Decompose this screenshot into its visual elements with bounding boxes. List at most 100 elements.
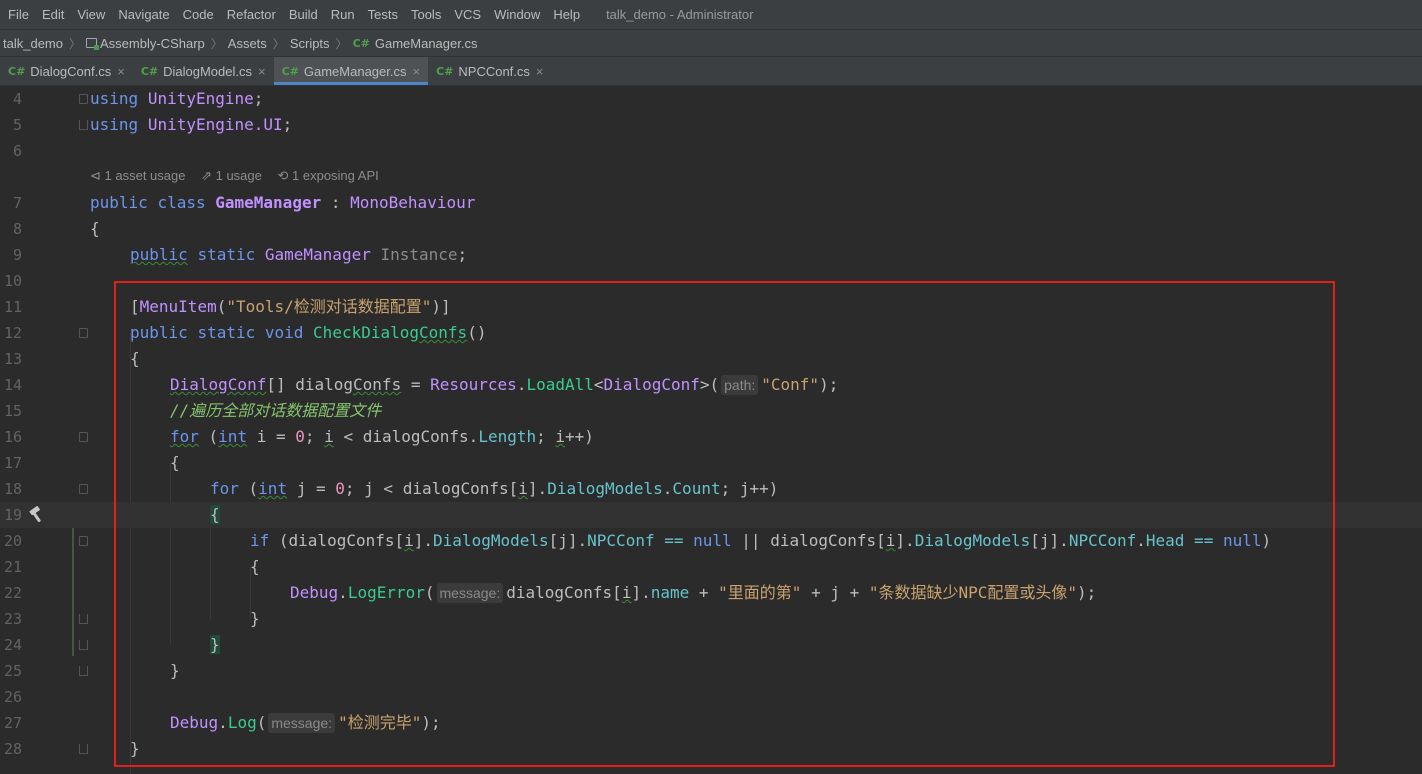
line-number: 18 bbox=[3, 480, 22, 498]
tab-npcconf[interactable]: C# NPCConf.cs × bbox=[428, 57, 551, 85]
line-number: 14 bbox=[3, 376, 22, 394]
code-line: 28 } bbox=[0, 736, 1422, 762]
fold-end-icon[interactable] bbox=[79, 744, 88, 754]
fold-icon[interactable] bbox=[79, 328, 88, 338]
menu-vcs[interactable]: VCS bbox=[447, 7, 487, 22]
code-line: 16 for (int i = 0; i < dialogConfs.Lengt… bbox=[0, 424, 1422, 450]
line-number: 16 bbox=[3, 428, 22, 446]
menu-run[interactable]: Run bbox=[324, 7, 361, 22]
csharp-file-icon: C# bbox=[140, 64, 159, 78]
exposing-api-hint[interactable]: ⟲ 1 exposing API bbox=[278, 168, 379, 183]
chevron-right-icon: 〉 bbox=[68, 36, 81, 51]
code-text: DialogConf[] dialogConfs = Resources.Loa… bbox=[170, 375, 839, 395]
line-number: 8 bbox=[12, 220, 22, 238]
close-icon[interactable]: × bbox=[413, 64, 421, 79]
code-line: 17 { bbox=[0, 450, 1422, 476]
tab-dialogmodel[interactable]: C# DialogModel.cs × bbox=[133, 57, 274, 85]
code-line: 8 { bbox=[0, 216, 1422, 242]
line-number: 11 bbox=[3, 298, 22, 316]
code-text: { bbox=[250, 557, 260, 576]
breadcrumb-item-project[interactable]: talk_demo bbox=[0, 36, 63, 51]
window-title: talk_demo - Administrator bbox=[606, 7, 754, 22]
line-number: 9 bbox=[12, 246, 22, 264]
tab-dialogconf[interactable]: C# DialogConf.cs × bbox=[0, 57, 133, 85]
line-number: 21 bbox=[3, 558, 22, 576]
code-vision-hints: ⊲ 1 asset usage ⇗ 1 usage ⟲ 1 exposing A… bbox=[90, 168, 391, 184]
chevron-right-icon: 〉 bbox=[272, 36, 285, 51]
menu-view[interactable]: View bbox=[70, 7, 111, 22]
code-line: 14 DialogConf[] dialogConfs = Resources.… bbox=[0, 372, 1422, 398]
usage-hint[interactable]: ⇗ 1 usage bbox=[201, 168, 262, 183]
breadcrumb-item-file[interactable]: C# GameManager.cs bbox=[353, 36, 478, 51]
fold-end-icon[interactable] bbox=[79, 120, 88, 130]
line-number: 13 bbox=[3, 350, 22, 368]
line-number: 15 bbox=[3, 402, 22, 420]
csharp-file-icon: C# bbox=[281, 64, 299, 78]
code-text: public class GameManager : MonoBehaviour bbox=[90, 193, 476, 212]
menu-refactor[interactable]: Refactor bbox=[220, 7, 282, 22]
breadcrumb-item-scripts[interactable]: Scripts bbox=[290, 36, 330, 51]
line-number: 23 bbox=[3, 610, 22, 628]
code-line: 27 Debug.Log(message: "检测完毕"); bbox=[0, 710, 1422, 736]
line-number: 5 bbox=[12, 116, 22, 134]
code-line: 25 } bbox=[0, 658, 1422, 684]
parameter-hint: path: bbox=[721, 375, 759, 395]
code-text: [MenuItem("Tools/检测对话数据配置")] bbox=[130, 297, 451, 316]
menu-file[interactable]: File bbox=[0, 7, 35, 22]
breadcrumb-item-assembly[interactable]: Assembly-CSharp bbox=[86, 36, 205, 51]
line-number: 24 bbox=[3, 636, 22, 654]
menu-navigate[interactable]: Navigate bbox=[111, 7, 175, 22]
menu-code[interactable]: Code bbox=[176, 7, 220, 22]
line-number: 28 bbox=[3, 740, 22, 758]
close-icon[interactable]: × bbox=[117, 64, 125, 79]
menu-bar: File Edit View Navigate Code Refactor Bu… bbox=[0, 0, 1422, 29]
code-line: 21 { bbox=[0, 554, 1422, 580]
line-number: 17 bbox=[3, 454, 22, 472]
fold-icon[interactable] bbox=[79, 484, 88, 494]
code-line: 12 public static void CheckDialogConfs() bbox=[0, 320, 1422, 346]
code-text: Debug.Log(message: "检测完毕"); bbox=[170, 713, 441, 733]
hammer-icon[interactable] bbox=[27, 506, 47, 524]
menu-help[interactable]: Help bbox=[546, 7, 586, 22]
fold-icon[interactable] bbox=[79, 536, 88, 546]
line-number: 19 bbox=[3, 506, 22, 524]
fold-icon[interactable] bbox=[79, 94, 88, 104]
code-line: 23 } bbox=[0, 606, 1422, 632]
code-line: 6 bbox=[0, 138, 1422, 164]
fold-end-icon[interactable] bbox=[79, 640, 88, 650]
line-number: 22 bbox=[3, 584, 22, 602]
code-comment: //遍历全部对话数据配置文件 bbox=[170, 401, 382, 420]
close-icon[interactable]: × bbox=[258, 64, 266, 79]
close-icon[interactable]: × bbox=[536, 64, 544, 79]
line-number: 12 bbox=[3, 324, 22, 342]
code-text: { bbox=[130, 349, 140, 368]
fold-end-icon[interactable] bbox=[79, 666, 88, 676]
code-line: 7 public class GameManager : MonoBehavio… bbox=[0, 190, 1422, 216]
csharp-file-icon: C# bbox=[436, 64, 454, 78]
chevron-right-icon: 〉 bbox=[335, 36, 348, 51]
code-line: 11 [MenuItem("Tools/检测对话数据配置")] bbox=[0, 294, 1422, 320]
menu-tests[interactable]: Tests bbox=[361, 7, 404, 22]
breadcrumb-item-assets[interactable]: Assets bbox=[228, 36, 267, 51]
asset-usage-hint[interactable]: ⊲ 1 asset usage bbox=[90, 168, 185, 183]
code-line: 10 bbox=[0, 268, 1422, 294]
code-text: for (int j = 0; j < dialogConfs[i].Dialo… bbox=[210, 479, 779, 498]
fold-end-icon[interactable] bbox=[79, 614, 88, 624]
menu-build[interactable]: Build bbox=[282, 7, 324, 22]
menu-window[interactable]: Window bbox=[487, 7, 546, 22]
code-text: } bbox=[170, 661, 180, 680]
code-editor[interactable]: 4 using UnityEngine; 5 using UnityEngine… bbox=[0, 86, 1422, 774]
line-number: 20 bbox=[3, 532, 22, 550]
menu-tools[interactable]: Tools bbox=[404, 7, 447, 22]
menu-edit[interactable]: Edit bbox=[35, 7, 70, 22]
parameter-hint: message: bbox=[436, 583, 504, 603]
tab-gamemanager[interactable]: C# GameManager.cs × bbox=[273, 57, 429, 85]
line-number: 6 bbox=[12, 142, 22, 160]
line-number: 25 bbox=[3, 662, 22, 680]
code-text: { bbox=[90, 219, 100, 238]
code-line: 24 } bbox=[0, 632, 1422, 658]
parameter-hint: message: bbox=[268, 713, 336, 733]
code-line: 9 public static GameManager Instance; bbox=[0, 242, 1422, 268]
fold-icon[interactable] bbox=[79, 432, 88, 442]
line-number: 7 bbox=[12, 194, 22, 212]
